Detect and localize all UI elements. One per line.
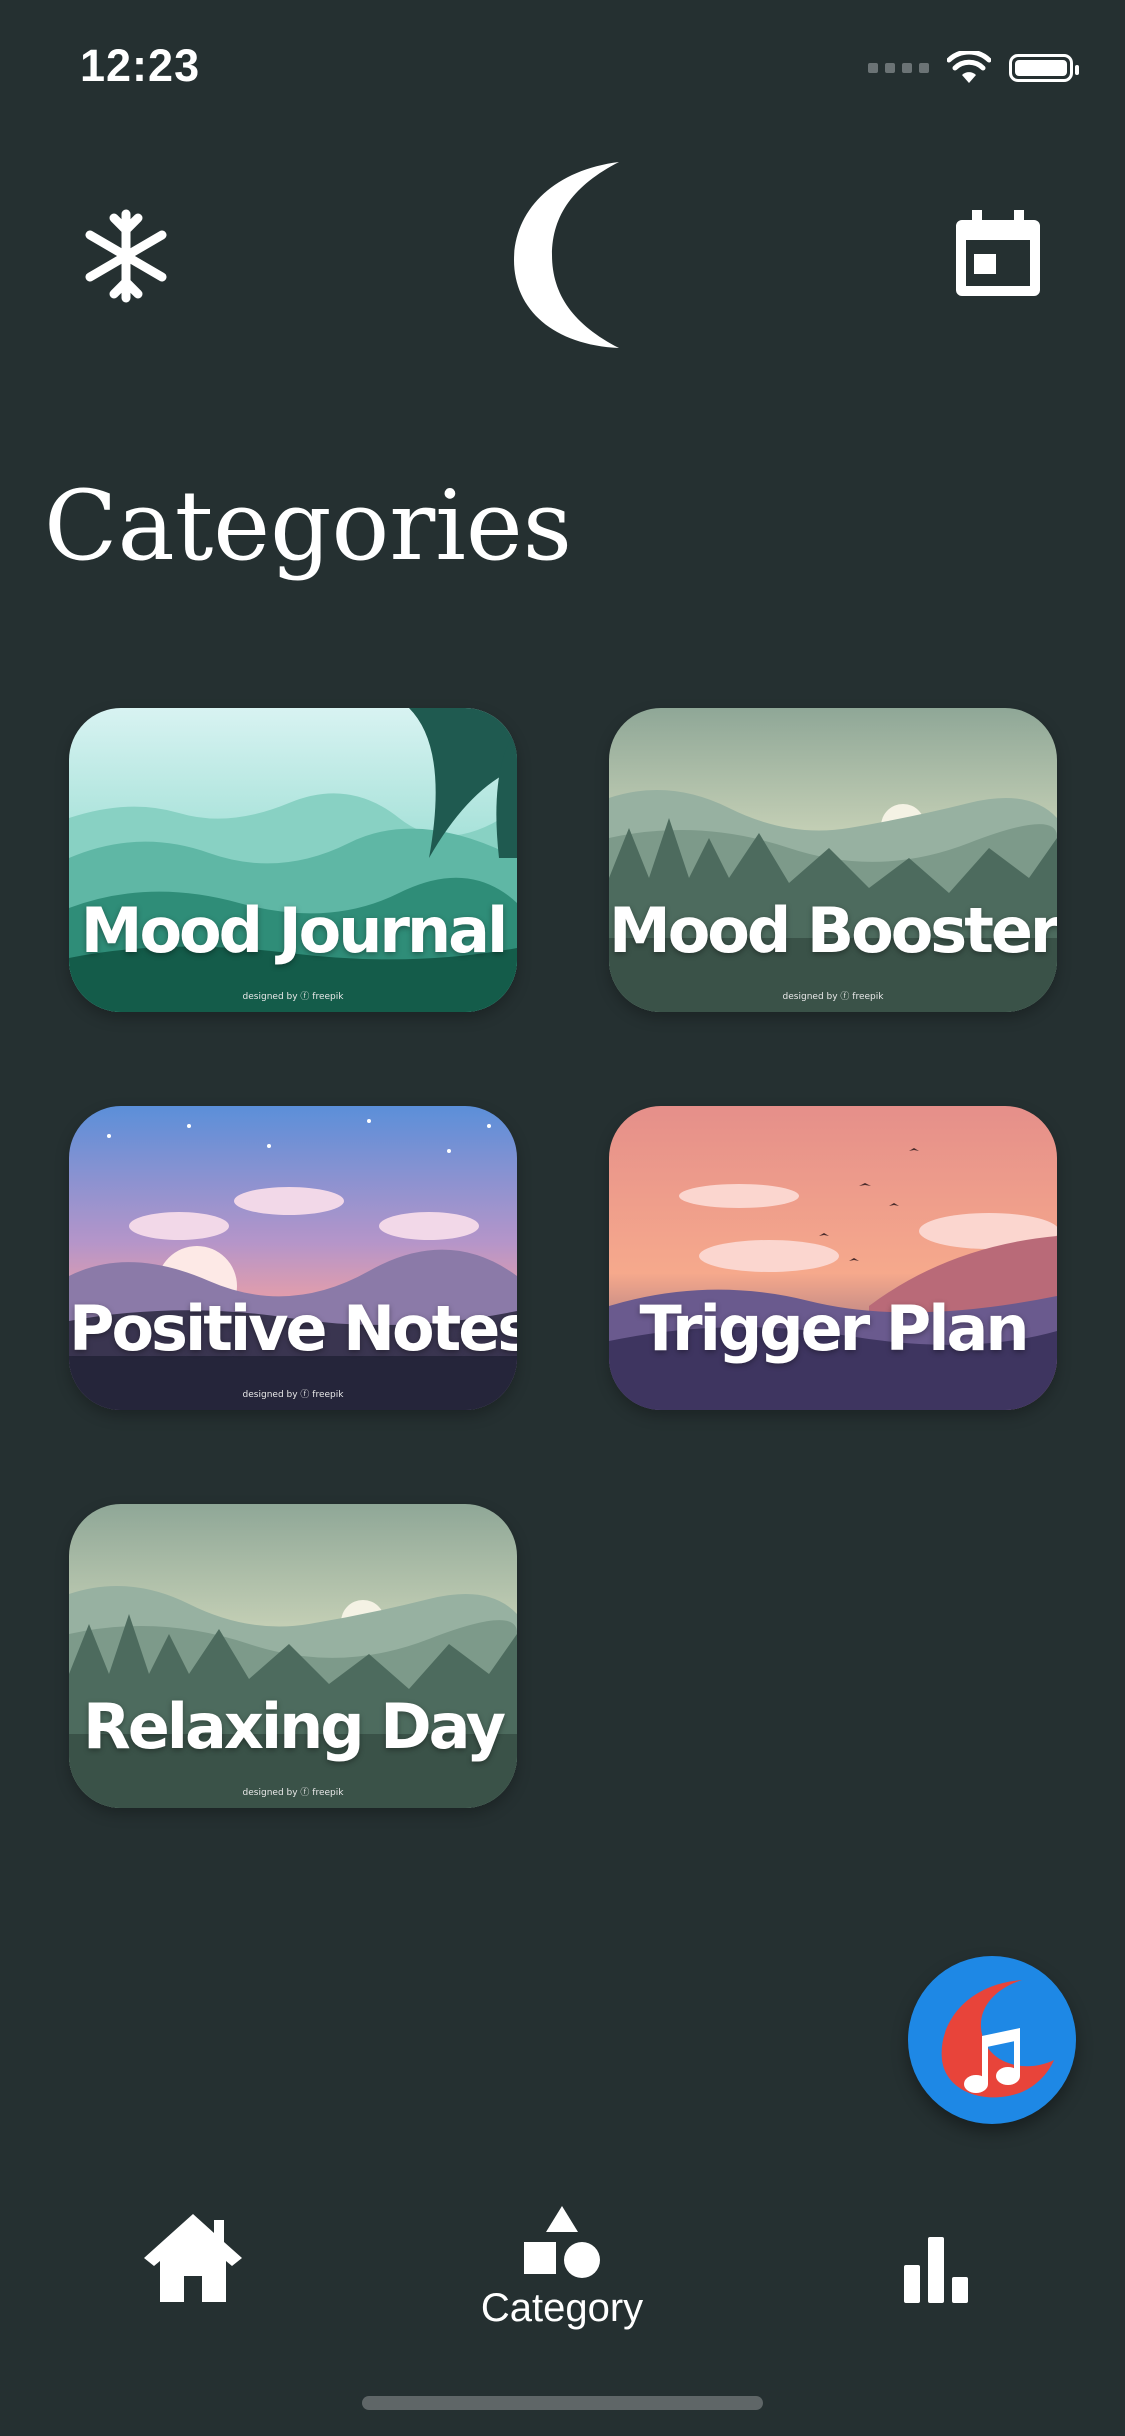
battery-icon	[1009, 54, 1079, 82]
bar-chart-icon[interactable]	[904, 2237, 968, 2303]
category-card-trigger-plan[interactable]: Trigger Plan	[609, 1106, 1057, 1410]
status-time: 12:23	[80, 40, 201, 91]
category-label: Mood Booster	[609, 894, 1057, 967]
page-title: Categories	[44, 470, 572, 582]
moon-music-icon	[941, 1980, 1054, 2098]
calendar-icon[interactable]	[956, 210, 1040, 296]
signal-icon	[868, 63, 929, 73]
nav-label-category: Category	[480, 2286, 644, 2330]
status-indicators	[868, 48, 1079, 88]
home-indicator	[362, 2396, 763, 2410]
crescent-moon-icon	[514, 162, 619, 348]
image-credit: designed by ⓕ freepik	[242, 992, 344, 1002]
image-credit: designed by ⓕ freepik	[242, 1390, 344, 1400]
category-label: Relaxing Day	[82, 1690, 506, 1763]
home-icon[interactable]	[140, 2210, 246, 2306]
category-card-relaxing-day[interactable]: Relaxing Day designed by ⓕ freepik	[69, 1504, 517, 1808]
category-label: Mood Journal	[80, 894, 508, 967]
category-card-mood-booster[interactable]: Mood Booster designed by ⓕ freepik	[609, 708, 1057, 1012]
image-credit: designed by ⓕ freepik	[242, 1788, 344, 1798]
category-label: Positive Notes	[69, 1292, 517, 1365]
nav-item-category[interactable]: Category	[468, 2204, 656, 2334]
category-shapes-icon	[524, 2206, 600, 2278]
category-card-mood-journal[interactable]: Mood Journal designed by ⓕ freepik	[69, 708, 517, 1012]
category-label: Trigger Plan	[639, 1292, 1030, 1365]
category-card-positive-notes[interactable]: Positive Notes designed by ⓕ freepik	[69, 1106, 517, 1410]
music-fab-button[interactable]	[908, 1956, 1076, 2124]
wifi-icon	[947, 51, 991, 83]
image-credit: designed by ⓕ freepik	[782, 992, 884, 1002]
snowflake-icon[interactable]	[78, 208, 174, 304]
